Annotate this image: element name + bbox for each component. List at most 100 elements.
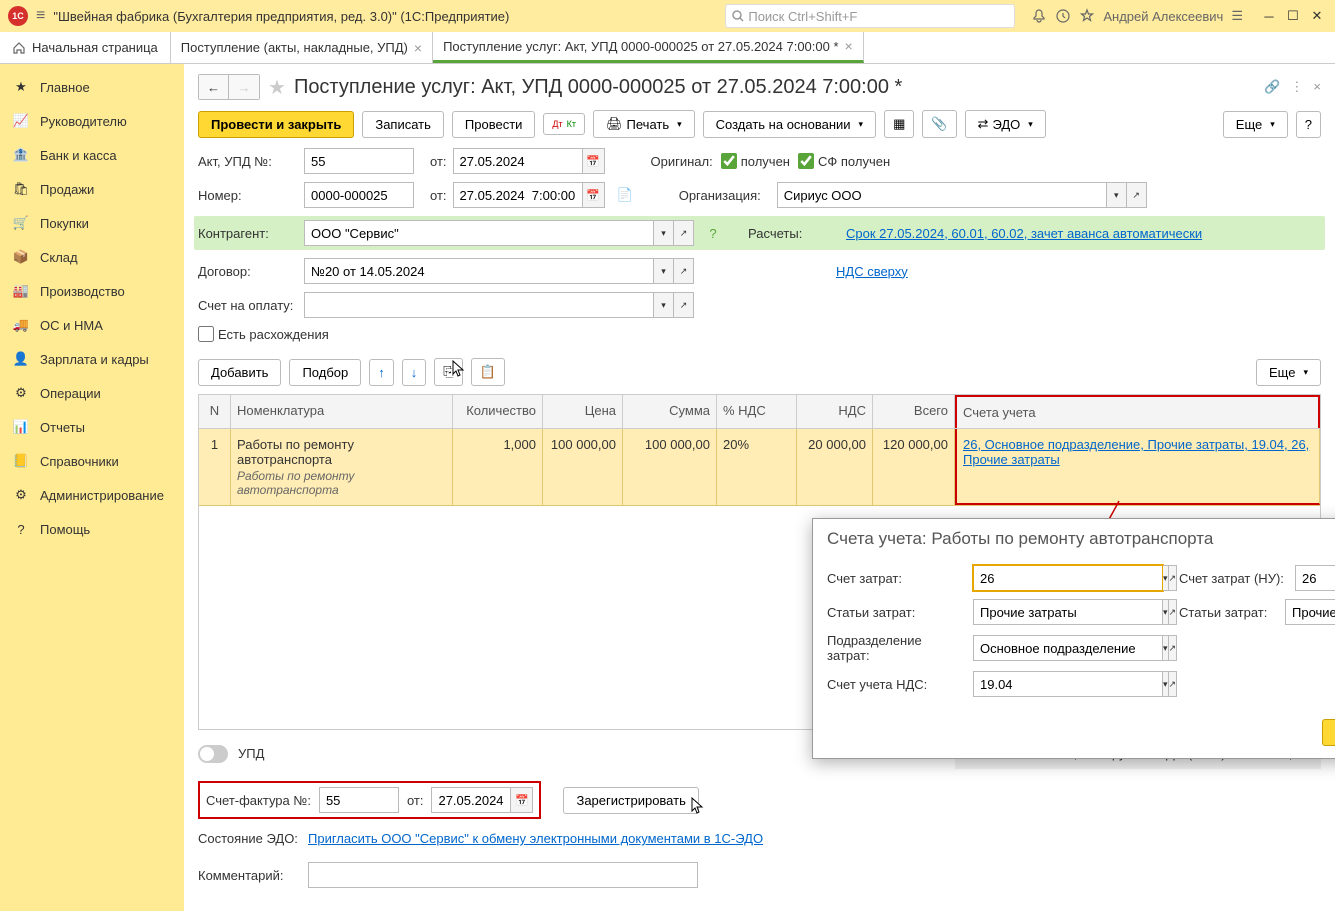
pick-button[interactable]: Подбор xyxy=(289,359,361,386)
sidebar-item-assets[interactable]: 🚚ОС и НМА xyxy=(0,308,184,342)
open-icon[interactable]: ↗ xyxy=(1169,671,1178,697)
attach-button[interactable]: 📎 xyxy=(922,110,956,138)
doc-status-icon[interactable]: 📄 xyxy=(617,187,633,203)
col-nom[interactable]: Номенклатура xyxy=(231,395,453,428)
sf-num-input[interactable] xyxy=(319,787,399,813)
col-sum[interactable]: Сумма xyxy=(623,395,717,428)
maximize-button[interactable]: ☐ xyxy=(1283,6,1303,26)
minimize-button[interactable]: ─ xyxy=(1259,6,1279,26)
col-vat[interactable]: НДС xyxy=(797,395,873,428)
tab-home[interactable]: Начальная страница xyxy=(0,32,171,63)
sf-date-input[interactable] xyxy=(431,787,511,813)
close-doc-icon[interactable]: × xyxy=(1313,79,1321,95)
help-button[interactable]: ? xyxy=(1296,111,1321,138)
acc-link[interactable]: 26, Основное подразделение, Прочие затра… xyxy=(963,437,1309,467)
save-button[interactable]: Записать xyxy=(362,111,444,138)
menu-icon[interactable]: ≡ xyxy=(36,7,45,25)
user-menu-icon[interactable]: ☰ xyxy=(1231,8,1243,24)
dtkt-button[interactable]: ДтКт xyxy=(543,113,585,135)
dropdown-icon[interactable]: ▾ xyxy=(1107,182,1127,208)
open-icon[interactable]: ↗ xyxy=(1169,635,1178,661)
invoice-input[interactable] xyxy=(304,292,654,318)
sidebar-item-bank[interactable]: 🏦Банк и касса xyxy=(0,138,184,172)
post-button[interactable]: Провести xyxy=(452,111,536,138)
col-vatp[interactable]: % НДС xyxy=(717,395,797,428)
sidebar-item-admin[interactable]: ⚙Администрирование xyxy=(0,478,184,512)
cost-item-input[interactable] xyxy=(973,599,1163,625)
create-based-button[interactable]: Создать на основании xyxy=(703,111,876,138)
discrepancy-checkbox[interactable]: Есть расхождения xyxy=(198,326,329,342)
help-icon[interactable]: ? xyxy=(704,220,722,246)
contr-input[interactable] xyxy=(304,220,654,246)
sidebar-item-operations[interactable]: ⚙Операции xyxy=(0,376,184,410)
copy-button[interactable]: ⎘ xyxy=(434,358,462,386)
vat-link[interactable]: НДС сверху xyxy=(836,264,908,279)
user-name[interactable]: Андрей Алексеевич xyxy=(1103,9,1223,24)
akt-date-input[interactable] xyxy=(453,148,583,174)
tab-close-icon[interactable]: × xyxy=(414,40,422,56)
tab-receipts[interactable]: Поступление (акты, накладные, УПД) × xyxy=(171,32,433,63)
post-close-button[interactable]: Провести и закрыть xyxy=(198,111,354,138)
close-button[interactable]: ✕ xyxy=(1307,6,1327,26)
sidebar-item-manager[interactable]: 📈Руководителю xyxy=(0,104,184,138)
favorite-star-icon[interactable]: ★ xyxy=(268,75,286,100)
contract-input[interactable] xyxy=(304,258,654,284)
sidebar-item-salary[interactable]: 👤Зарплата и кадры xyxy=(0,342,184,376)
sidebar-item-sales[interactable]: 🛍Продажи xyxy=(0,172,184,206)
search-input[interactable]: Поиск Ctrl+Shift+F xyxy=(725,4,1015,28)
open-icon[interactable]: ↗ xyxy=(1169,599,1178,625)
cost-acc-nu-input[interactable] xyxy=(1295,565,1335,591)
col-qty[interactable]: Количество xyxy=(453,395,543,428)
cost-item2-input[interactable] xyxy=(1285,599,1335,625)
table-more-button[interactable]: Еще xyxy=(1256,359,1321,386)
bell-icon[interactable] xyxy=(1031,8,1047,24)
link-icon[interactable]: 🔗 xyxy=(1264,79,1280,95)
upd-toggle[interactable] xyxy=(198,745,228,763)
cell-acc[interactable]: 26, Основное подразделение, Прочие затра… xyxy=(955,429,1320,505)
akt-num-input[interactable] xyxy=(304,148,414,174)
open-icon[interactable]: ↗ xyxy=(674,258,694,284)
num-input[interactable] xyxy=(304,182,414,208)
edo-button[interactable]: ⇄ ЭДО xyxy=(965,110,1046,138)
orig-received-checkbox[interactable]: получен xyxy=(721,153,790,169)
nav-forward-button[interactable]: → xyxy=(229,75,259,99)
edo-link[interactable]: Пригласить ООО "Сервис" к обмену электро… xyxy=(308,831,763,846)
col-price[interactable]: Цена xyxy=(543,395,623,428)
col-acc[interactable]: Счета учета xyxy=(955,395,1320,428)
sf-received-checkbox[interactable]: СФ получен xyxy=(798,153,890,169)
calendar-icon[interactable]: 📅 xyxy=(511,787,533,813)
vat-acc-input[interactable] xyxy=(973,671,1163,697)
col-total[interactable]: Всего xyxy=(873,395,955,428)
sidebar-item-reports[interactable]: 📊Отчеты xyxy=(0,410,184,444)
open-icon[interactable]: ↗ xyxy=(674,292,694,318)
sidebar-item-catalogs[interactable]: 📒Справочники xyxy=(0,444,184,478)
sidebar-item-production[interactable]: 🏭Производство xyxy=(0,274,184,308)
sidebar-item-purchases[interactable]: 🛒Покупки xyxy=(0,206,184,240)
tab-close-icon[interactable]: × xyxy=(845,38,853,54)
calendar-icon[interactable]: 📅 xyxy=(583,148,605,174)
paste-button[interactable]: 📋 xyxy=(471,358,505,386)
open-icon[interactable]: ↗ xyxy=(674,220,694,246)
add-button[interactable]: Добавить xyxy=(198,359,281,386)
open-icon[interactable]: ↗ xyxy=(1169,565,1178,591)
print-button[interactable]: 🖨 Печать xyxy=(593,110,695,138)
more-button[interactable]: Еще xyxy=(1223,111,1288,138)
move-down-button[interactable]: ↓ xyxy=(402,359,427,386)
register-button[interactable]: Зарегистрировать xyxy=(563,787,698,814)
cost-acc-input[interactable] xyxy=(973,565,1163,591)
num-date-input[interactable] xyxy=(453,182,583,208)
kebab-icon[interactable]: ⋮ xyxy=(1290,79,1303,95)
open-icon[interactable]: ↗ xyxy=(1127,182,1147,208)
dropdown-icon[interactable]: ▾ xyxy=(654,258,674,284)
tab-receipt-doc[interactable]: Поступление услуг: Акт, УПД 0000-000025 … xyxy=(433,32,864,63)
related-button[interactable]: ▦ xyxy=(884,110,914,138)
dropdown-icon[interactable]: ▾ xyxy=(654,220,674,246)
star-icon[interactable] xyxy=(1079,8,1095,24)
col-n[interactable]: N xyxy=(199,395,231,428)
calendar-icon[interactable]: 📅 xyxy=(583,182,605,208)
move-up-button[interactable]: ↑ xyxy=(369,359,394,386)
grid-row[interactable]: 1 Работы по ремонту автотранспорта Работ… xyxy=(199,429,1320,506)
calc-link[interactable]: Срок 27.05.2024, 60.01, 60.02, зачет ава… xyxy=(846,226,1202,241)
comment-input[interactable] xyxy=(308,862,698,888)
org-input[interactable] xyxy=(777,182,1107,208)
